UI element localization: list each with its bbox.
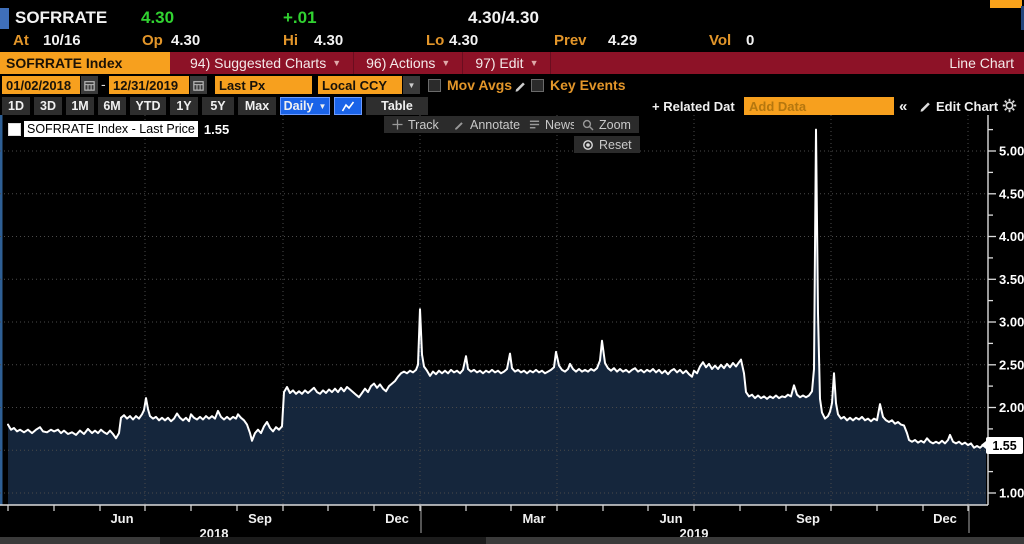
menu-edit[interactable]: 97) Edit▼: [463, 52, 551, 74]
date-range-separator: -: [101, 76, 106, 92]
open-label: Op: [142, 32, 163, 49]
x-month-label: Mar: [522, 511, 545, 526]
range-1m-button[interactable]: 1M: [66, 97, 94, 115]
low-value: 4.30: [449, 32, 478, 49]
track-button[interactable]: Track: [384, 116, 447, 133]
zoom-button[interactable]: Zoom: [574, 116, 639, 133]
menu-bar: SOFRRATE Index 94) Suggested Charts▼ 96)…: [0, 52, 1024, 74]
prev-value: 4.29: [608, 32, 637, 49]
table-button[interactable]: Table: [366, 97, 428, 115]
line-chart-icon: [341, 100, 355, 113]
open-value: 4.30: [171, 32, 200, 49]
ticker-symbol: SOFRRATE: [15, 8, 107, 28]
calendar-icon: [193, 80, 204, 91]
x-month-label: Sep: [796, 511, 820, 526]
calendar-button[interactable]: [81, 76, 98, 94]
y-tick-label: 2.50: [999, 357, 1024, 372]
security-field[interactable]: SOFRRATE Index: [0, 52, 170, 74]
legend-label[interactable]: SOFRRATE Index - Last Price: [24, 121, 198, 137]
mov-avgs-label: Mov Avgs: [447, 77, 512, 93]
crosshair-icon: [392, 119, 403, 130]
range-1d-button[interactable]: 1D: [2, 97, 30, 115]
pencil-icon[interactable]: [919, 99, 932, 112]
security-color-tag: [0, 8, 9, 29]
bid-ask: 4.30/4.30: [468, 8, 539, 28]
related-data-button[interactable]: + Related Dat: [652, 99, 735, 114]
date-from-input[interactable]: [2, 76, 80, 94]
chevron-down-icon: ▼: [408, 81, 416, 90]
news-icon: [529, 119, 540, 130]
chart-panel: 1.00 2.00 2.50 3.00 3.50 4.00 4.50 5.00 Jun Sep De…: [0, 115, 1024, 544]
add-data-input[interactable]: [744, 97, 894, 115]
chevron-down-icon: ▼: [332, 58, 341, 68]
currency-input[interactable]: [318, 76, 402, 94]
chevron-down-icon: ▼: [318, 102, 326, 111]
bloomberg-terminal-window: SOFRRATE 4.30 +.01 4.30/4.30 At 10/16 Op…: [0, 0, 1024, 544]
reset-icon: [582, 139, 594, 151]
chevron-down-icon: ▼: [530, 58, 539, 68]
edit-chart-button[interactable]: Edit Chart: [936, 99, 998, 114]
annotate-button[interactable]: Annotate: [446, 116, 528, 133]
y-tick-label: 5.00: [999, 144, 1024, 159]
y-tick-label: 1.00: [999, 486, 1024, 501]
range-1y-button[interactable]: 1Y: [170, 97, 198, 115]
magnifier-icon: [582, 119, 594, 131]
scrollbar-segment: [486, 537, 1024, 544]
scrollbar-segment: [0, 537, 160, 544]
x-month-label: Dec: [385, 511, 409, 526]
range-3d-button[interactable]: 3D: [34, 97, 62, 115]
mov-avgs-checkbox[interactable]: [428, 79, 441, 92]
currency-dropdown-button[interactable]: ▼: [403, 76, 420, 94]
y-tick-label: 3.50: [999, 272, 1024, 287]
key-events-label: Key Events: [550, 77, 625, 93]
gear-icon[interactable]: [1002, 98, 1017, 113]
area-fill: [8, 130, 986, 505]
y-tick-label: 4.50: [999, 186, 1024, 201]
range-6m-button[interactable]: 6M: [98, 97, 126, 115]
y-tick-label: 3.00: [999, 315, 1024, 330]
menu-suggested-charts[interactable]: 94) Suggested Charts▼: [178, 52, 354, 74]
at-label: At: [13, 32, 29, 49]
collapse-button[interactable]: «: [899, 98, 907, 115]
date-to-input[interactable]: [109, 76, 189, 94]
frequency-dropdown[interactable]: Daily▼: [280, 97, 330, 115]
function-name: Line Chart: [949, 52, 1024, 74]
range-max-button[interactable]: Max: [238, 97, 276, 115]
bottom-scrollbar[interactable]: [0, 537, 1024, 544]
line-chart-type-button[interactable]: [334, 97, 362, 115]
range-ytd-button[interactable]: YTD: [130, 97, 166, 115]
x-month-label: Jun: [659, 511, 682, 526]
x-month-label: Dec: [933, 511, 957, 526]
volume-label: Vol: [709, 32, 731, 49]
key-events-checkbox[interactable]: [531, 79, 544, 92]
volume-value: 0: [746, 32, 754, 49]
x-month-label: Sep: [248, 511, 272, 526]
menu-actions[interactable]: 96) Actions▼: [354, 52, 463, 74]
price-chart[interactable]: 1.00 2.00 2.50 3.00 3.50 4.00 4.50 5.00 Jun Sep De…: [0, 115, 1024, 544]
y-tick-label: 4.00: [999, 229, 1024, 244]
range-5y-button[interactable]: 5Y: [202, 97, 234, 115]
prev-label: Prev: [554, 32, 587, 49]
price-change: +.01: [283, 8, 317, 28]
pencil-icon: [454, 119, 465, 130]
reset-button[interactable]: Reset: [574, 136, 640, 153]
at-value: 10/16: [43, 32, 81, 49]
calendar-icon: [84, 80, 95, 91]
low-label: Lo: [426, 32, 444, 49]
price-field-input[interactable]: [215, 76, 312, 94]
calendar-button[interactable]: [190, 76, 207, 94]
y-tick-label: 2.00: [999, 400, 1024, 415]
pencil-icon[interactable]: [514, 79, 527, 92]
chevron-down-icon: ▼: [441, 58, 450, 68]
x-month-label: Jun: [110, 511, 133, 526]
last-price: 4.30: [141, 8, 174, 28]
legend-value: 1.55: [204, 122, 229, 137]
legend: SOFRRATE Index - Last Price 1.55: [8, 121, 229, 137]
plot-left-edge: [0, 115, 3, 505]
high-label: Hi: [283, 32, 298, 49]
high-value: 4.30: [314, 32, 343, 49]
alert-strip: [990, 0, 1022, 8]
legend-checkbox[interactable]: [8, 123, 21, 136]
last-price-tag: 1.55: [986, 437, 1023, 454]
